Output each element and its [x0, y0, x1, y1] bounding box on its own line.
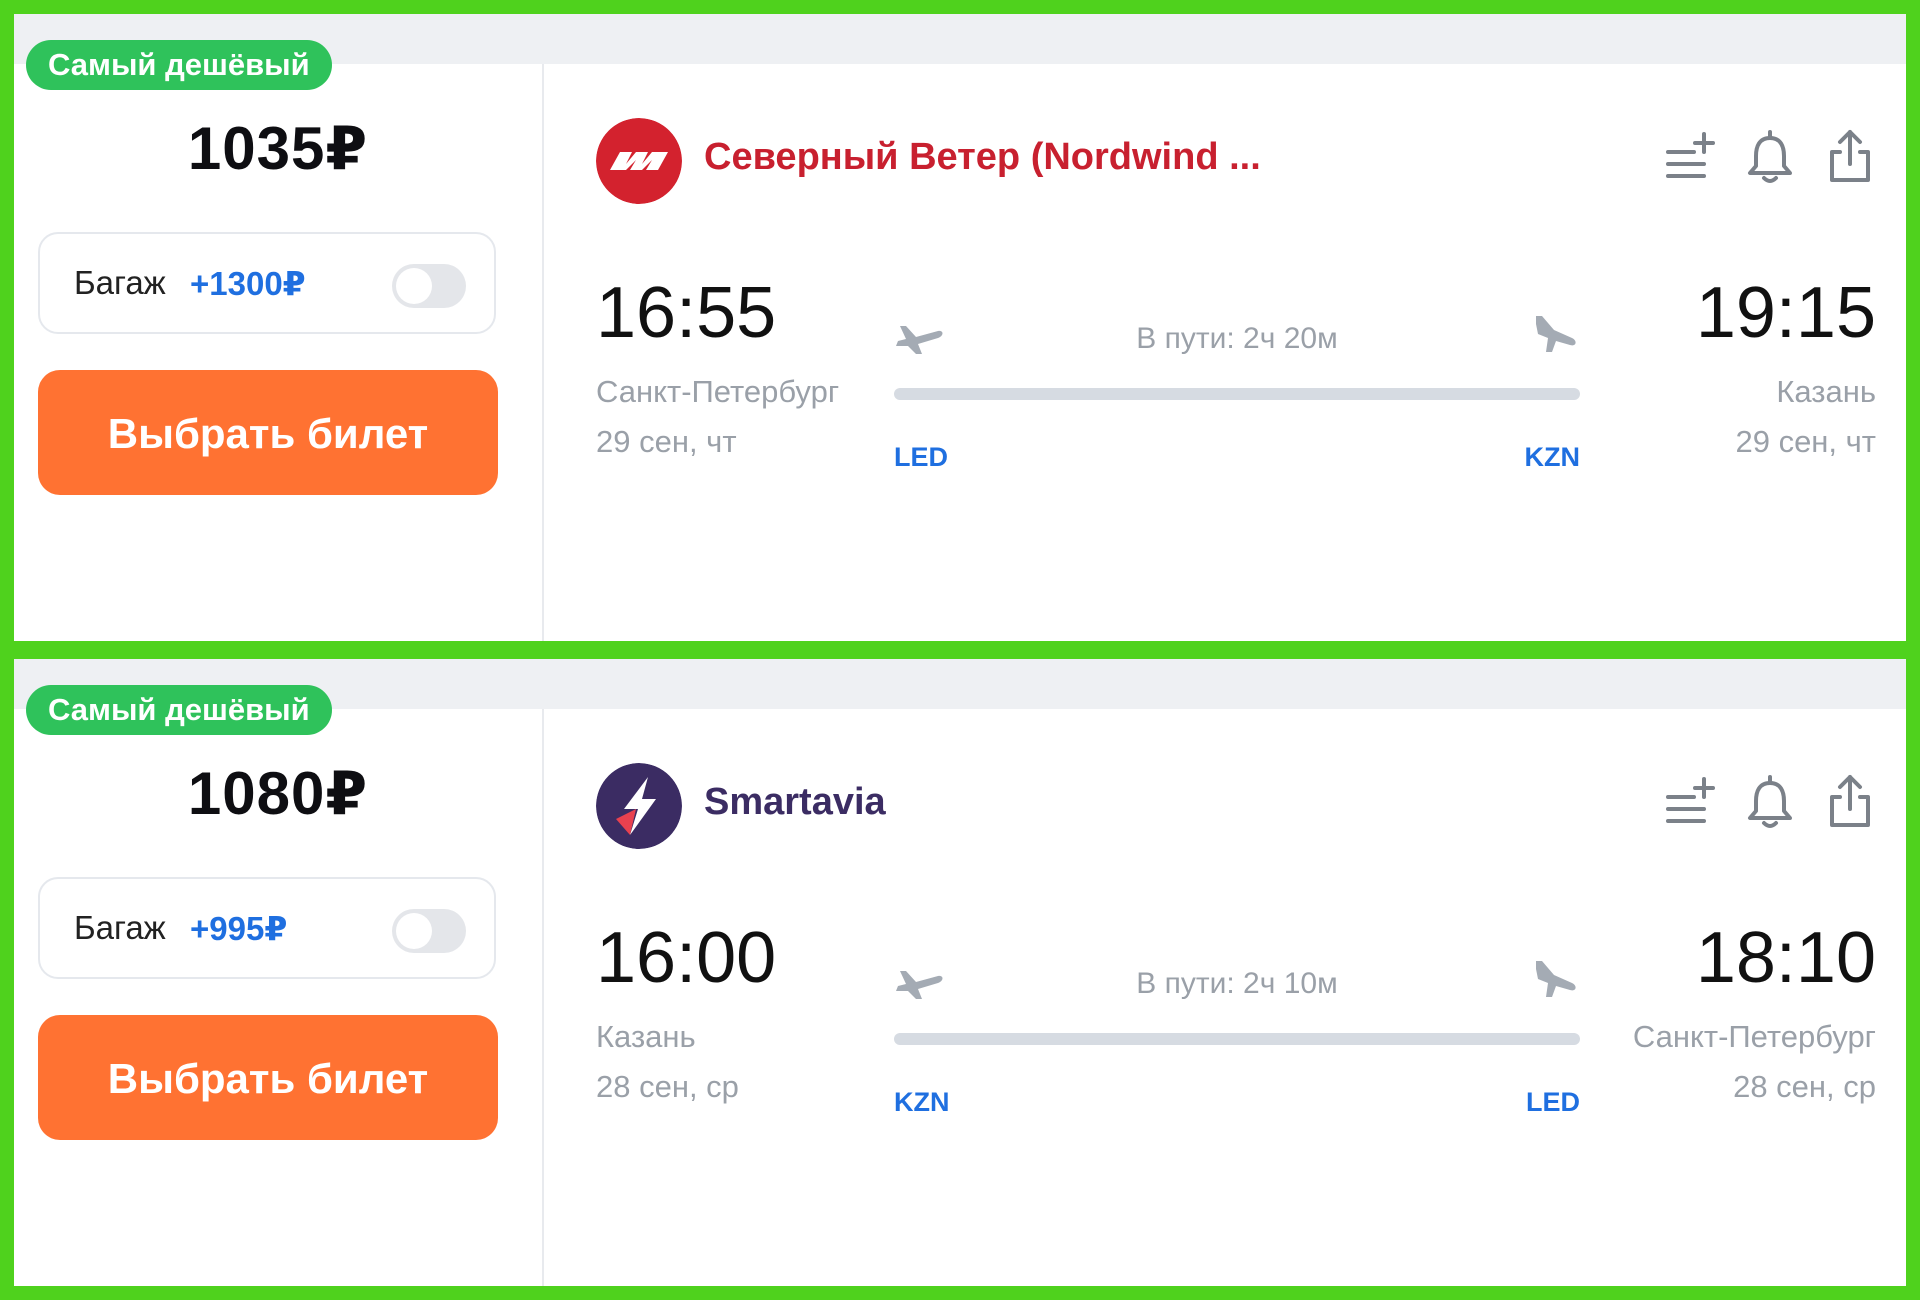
- arrival-date: 28 сен, ср: [1733, 1069, 1876, 1104]
- cheapest-badge: Самый дешёвый: [26, 40, 332, 90]
- add-to-list-icon[interactable]: [1664, 126, 1716, 186]
- arrival-city: Казань: [1776, 374, 1876, 409]
- panel-divider: [542, 709, 544, 1286]
- departure-time: 16:00: [596, 918, 777, 998]
- arrival-date: 29 сен, чт: [1735, 424, 1876, 459]
- flight-route: В пути: 2ч 10м KZN LED: [894, 949, 1580, 1117]
- card-actions: [1664, 126, 1876, 186]
- arrival-airport-code: KZN: [1524, 442, 1581, 472]
- share-icon[interactable]: [1824, 771, 1876, 831]
- add-to-list-icon[interactable]: [1664, 771, 1716, 831]
- departure-airport-code: KZN: [894, 1087, 950, 1117]
- panel-divider: [542, 64, 544, 641]
- card-actions: [1664, 771, 1876, 831]
- bell-icon[interactable]: [1744, 771, 1796, 831]
- offer-card-1: Самый дешёвый 1035₽ Багаж +1300₽ Выбрать…: [14, 14, 1906, 641]
- bell-icon[interactable]: [1744, 126, 1796, 186]
- baggage-toggle[interactable]: [392, 909, 466, 953]
- ticket-price: 1080₽: [187, 760, 369, 827]
- baggage-option[interactable]: Багаж +1300₽: [38, 232, 496, 334]
- departure-time: 16:55: [596, 273, 777, 353]
- route-line: [894, 1033, 1580, 1045]
- baggage-label: Багаж: [74, 264, 166, 301]
- toggle-knob: [396, 913, 432, 949]
- offer-card-2: Самый дешёвый 1080₽ Багаж +995₽ Выбрать …: [14, 659, 1906, 1286]
- toggle-knob: [396, 268, 432, 304]
- departure-date: 29 сен, чт: [596, 424, 737, 459]
- share-icon[interactable]: [1824, 126, 1876, 186]
- flight-route: В пути: 2ч 20м LED KZN: [894, 304, 1580, 472]
- route-line: [894, 388, 1580, 400]
- airline-name[interactable]: Северный Ветер (Nordwind ...: [704, 136, 1261, 179]
- landing-plane-icon: [1536, 316, 1576, 352]
- departure-date: 28 сен, ср: [596, 1069, 739, 1104]
- baggage-toggle[interactable]: [392, 264, 466, 308]
- baggage-option[interactable]: Багаж +995₽: [38, 877, 496, 979]
- select-ticket-button[interactable]: Выбрать билет: [38, 1015, 498, 1140]
- departure-airport-code: LED: [894, 442, 948, 472]
- departure-city: Казань: [596, 1019, 696, 1054]
- baggage-price: +1300₽: [190, 265, 306, 302]
- arrival-city: Санкт-Петербург: [1632, 1019, 1876, 1054]
- flight-duration: В пути: 2ч 20м: [1136, 322, 1338, 355]
- flight-duration: В пути: 2ч 10м: [1136, 967, 1338, 1000]
- arrival-airport-code: LED: [1526, 1087, 1580, 1117]
- select-ticket-button[interactable]: Выбрать билет: [38, 370, 498, 495]
- smartavia-logo: [596, 763, 682, 849]
- departure-city: Санкт-Петербург: [596, 374, 840, 409]
- airline-name[interactable]: Smartavia: [704, 781, 886, 824]
- arrival-time: 19:15: [1695, 273, 1876, 353]
- nordwind-logo: [596, 118, 682, 204]
- arrival-time: 18:10: [1695, 918, 1876, 998]
- baggage-label: Багаж: [74, 909, 166, 946]
- baggage-price: +995₽: [190, 910, 288, 947]
- ticket-price: 1035₽: [187, 115, 369, 182]
- landing-plane-icon: [1536, 961, 1576, 997]
- cheapest-badge: Самый дешёвый: [26, 685, 332, 735]
